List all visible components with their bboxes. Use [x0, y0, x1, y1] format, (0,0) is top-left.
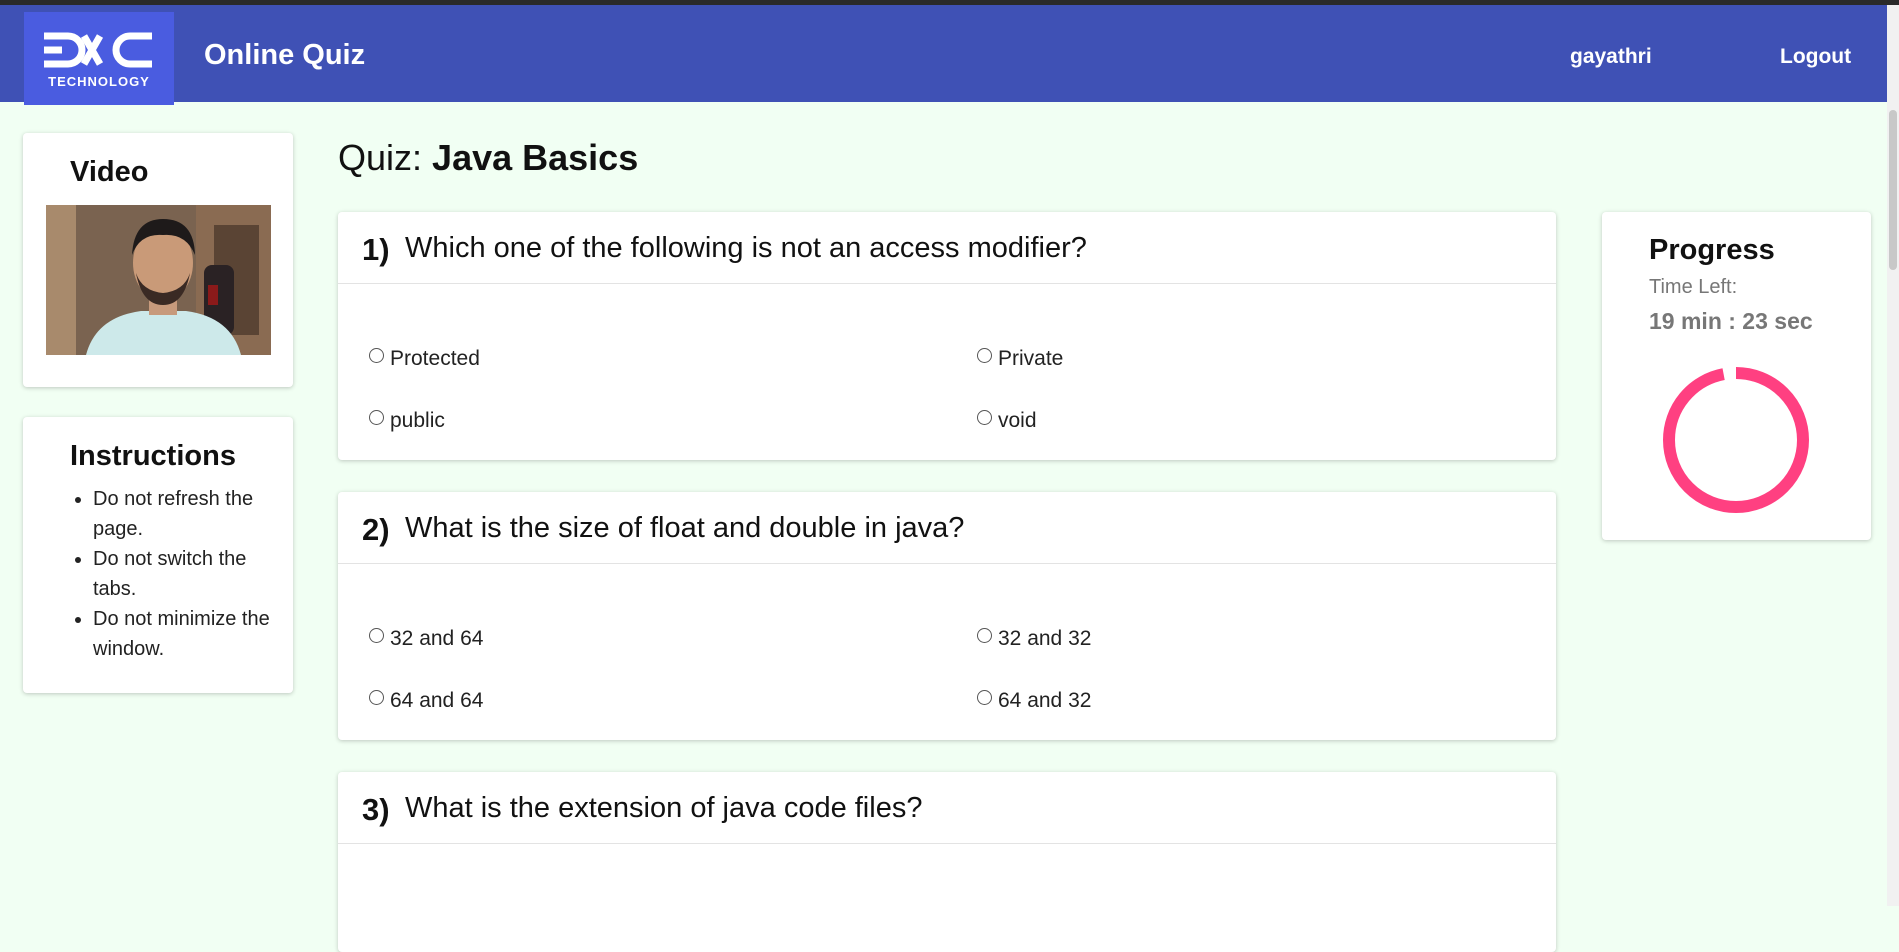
option-64-and-32[interactable]: 64 and 32: [977, 689, 1091, 713]
question-number: 3): [362, 792, 390, 827]
instruction-item: Do not minimize the window.: [93, 604, 273, 664]
app-title: Online Quiz: [204, 39, 366, 71]
quiz-prefix: Quiz:: [338, 137, 423, 178]
webcam-feed: [46, 205, 271, 355]
option-label: Private: [998, 347, 1064, 370]
instructions-panel: Instructions Do not refresh the page. Do…: [23, 417, 293, 693]
question-number: 1): [362, 232, 390, 267]
option-32-and-32[interactable]: 32 and 32: [977, 627, 1091, 651]
user-name-link[interactable]: gayathri: [1570, 45, 1652, 69]
radio-button[interactable]: [977, 628, 992, 643]
progress-panel: Progress Time Left: 19 min : 23 sec: [1602, 212, 1871, 540]
option-label: public: [390, 409, 445, 432]
page-scrollbar[interactable]: [1887, 5, 1899, 906]
progress-title: Progress: [1649, 234, 1775, 266]
dxc-logo-mark-icon: [44, 32, 152, 68]
instructions-title: Instructions: [70, 440, 236, 472]
logout-button[interactable]: Logout: [1780, 45, 1851, 69]
radio-button[interactable]: [369, 410, 384, 425]
radio-button[interactable]: [369, 348, 384, 363]
navbar: TECHNOLOGY Online Quiz gayathri Logout: [0, 5, 1899, 105]
question-card-2: 2) What is the size of float and double …: [338, 492, 1556, 740]
question-header: 1) Which one of the following is not an …: [338, 212, 1556, 284]
radio-button[interactable]: [977, 410, 992, 425]
option-protected[interactable]: Protected: [369, 347, 480, 371]
time-left-value: 19 min : 23 sec: [1649, 308, 1813, 334]
option-label: 32 and 64: [390, 627, 484, 650]
question-text: Which one of the following is not an acc…: [405, 232, 1087, 264]
instruction-item: Do not switch the tabs.: [93, 544, 273, 604]
timer-progress-ring: [1663, 367, 1809, 513]
radio-button[interactable]: [977, 690, 992, 705]
question-card-3: 3) What is the extension of java code fi…: [338, 772, 1556, 952]
option-label: void: [998, 409, 1037, 432]
radio-button[interactable]: [977, 348, 992, 363]
question-text: What is the extension of java code files…: [405, 792, 923, 824]
quiz-name: Java Basics: [432, 137, 639, 178]
option-private[interactable]: Private: [977, 347, 1063, 371]
video-panel: Video: [23, 133, 293, 387]
question-text: What is the size of float and double in …: [405, 512, 965, 544]
logo-subtext: TECHNOLOGY: [48, 74, 150, 89]
question-header: 3) What is the extension of java code fi…: [338, 772, 1556, 844]
option-label: 64 and 32: [998, 689, 1092, 712]
dxc-logo[interactable]: TECHNOLOGY: [24, 12, 174, 105]
quiz-heading: Quiz: Java Basics: [338, 137, 638, 179]
option-label: 64 and 64: [390, 689, 484, 712]
option-label: Protected: [390, 347, 480, 370]
option-32-and-64[interactable]: 32 and 64: [369, 627, 483, 651]
scrollbar-thumb[interactable]: [1889, 110, 1897, 270]
question-number: 2): [362, 512, 390, 547]
option-public[interactable]: public: [369, 409, 445, 433]
option-void[interactable]: void: [977, 409, 1037, 433]
radio-button[interactable]: [369, 690, 384, 705]
option-64-and-64[interactable]: 64 and 64: [369, 689, 483, 713]
video-panel-title: Video: [70, 156, 149, 188]
question-card-1: 1) Which one of the following is not an …: [338, 212, 1556, 460]
option-label: 32 and 32: [998, 627, 1092, 650]
question-header: 2) What is the size of float and double …: [338, 492, 1556, 564]
instructions-list: Do not refresh the page. Do not switch t…: [59, 484, 273, 664]
instruction-item: Do not refresh the page.: [93, 484, 273, 544]
radio-button[interactable]: [369, 628, 384, 643]
time-left-label: Time Left:: [1649, 276, 1738, 298]
